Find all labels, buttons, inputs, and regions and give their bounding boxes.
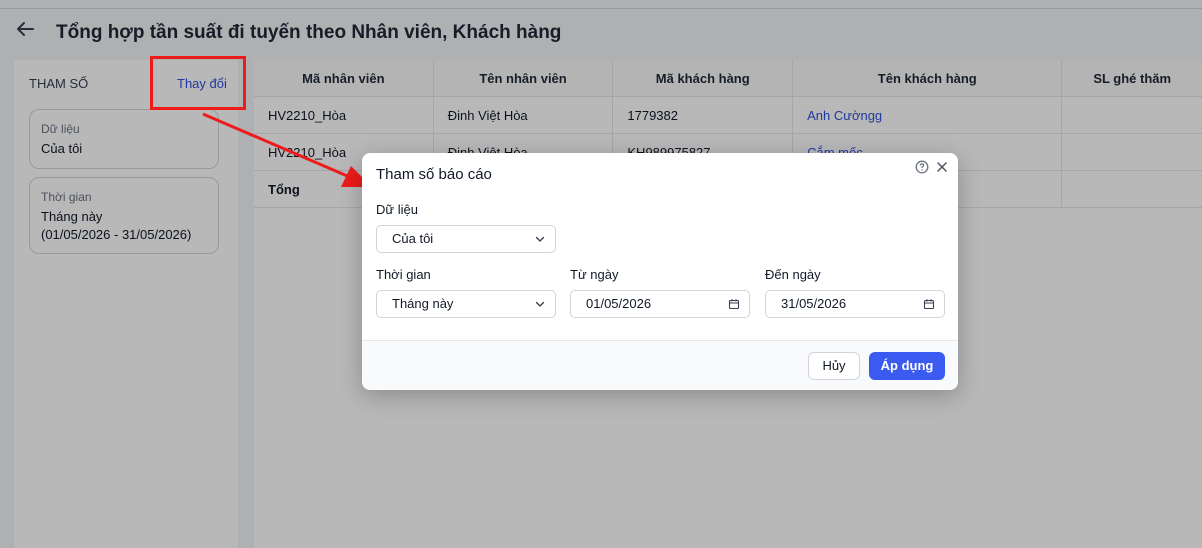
close-icon[interactable]: [936, 161, 948, 173]
to-date-value: 31/05/2026: [781, 296, 847, 311]
from-date-label: Từ ngày: [570, 267, 619, 282]
cancel-button[interactable]: Hủy: [808, 352, 860, 380]
help-circle-icon[interactable]: [915, 160, 929, 174]
chevron-down-icon: [535, 236, 545, 242]
dialog-title: Tham số báo cáo: [376, 166, 492, 183]
annotation-highlight-box: [150, 56, 246, 110]
report-params-dialog: Tham số báo cáo Dữ liệu Của tôi Thời gia…: [362, 153, 958, 390]
apply-button[interactable]: Áp dụng: [869, 352, 945, 380]
to-date-label: Đến ngày: [765, 267, 821, 282]
from-date-input[interactable]: 01/05/2026: [570, 290, 750, 318]
data-select[interactable]: Của tôi: [376, 225, 556, 253]
time-select-value: Tháng này: [392, 296, 454, 311]
to-date-input[interactable]: 31/05/2026: [765, 290, 945, 318]
time-select[interactable]: Tháng này: [376, 290, 556, 318]
calendar-icon[interactable]: [923, 298, 935, 310]
dialog-footer: Hủy Áp dụng: [362, 340, 958, 390]
from-date-value: 01/05/2026: [586, 296, 652, 311]
chevron-down-icon: [535, 301, 545, 307]
data-select-value: Của tôi: [392, 231, 434, 246]
time-field-label: Thời gian: [376, 267, 431, 282]
calendar-icon[interactable]: [728, 298, 740, 310]
data-field-label: Dữ liệu: [376, 202, 418, 217]
